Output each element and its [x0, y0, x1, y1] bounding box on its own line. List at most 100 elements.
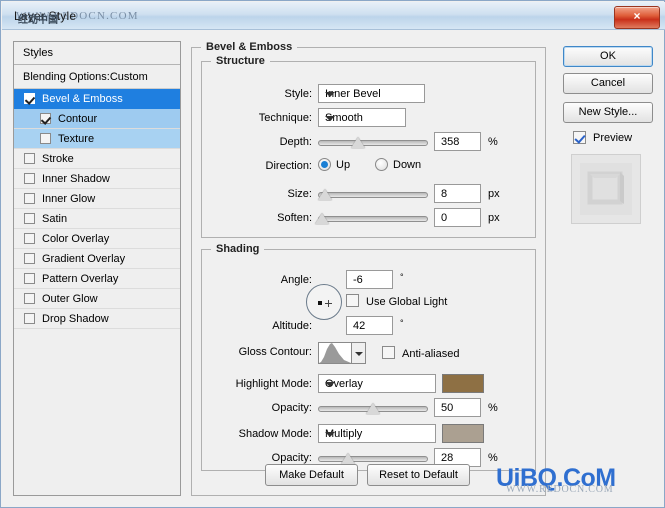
altitude-label: Altitude: [272, 320, 312, 332]
checkbox-color-overlay[interactable] [24, 233, 35, 244]
radio-direction-up[interactable] [318, 158, 331, 171]
style-label: Style: [284, 88, 312, 100]
size-slider-thumb[interactable] [318, 189, 332, 200]
soften-value: 0 [441, 212, 448, 224]
list-item-label: Drop Shadow [42, 313, 109, 325]
checkbox-preview[interactable] [573, 131, 586, 144]
list-item-stroke[interactable]: Stroke [14, 149, 180, 169]
size-slider-track [318, 192, 428, 198]
checkbox-satin[interactable] [24, 213, 35, 224]
checkbox-bevel-emboss[interactable] [24, 93, 35, 104]
list-item-color-overlay[interactable]: Color Overlay [14, 229, 180, 249]
soften-input[interactable]: 0 [434, 208, 481, 227]
technique-select[interactable]: Smooth [318, 108, 406, 127]
make-default-button[interactable]: Make Default [265, 464, 358, 486]
checkbox-use-global-light[interactable] [346, 294, 359, 307]
angle-unit: ° [400, 272, 404, 282]
blending-options-label: Blending Options:Custom [23, 71, 148, 83]
checkbox-stroke[interactable] [24, 153, 35, 164]
size-unit: px [488, 188, 500, 200]
depth-slider-track [318, 140, 428, 146]
list-item-contour[interactable]: Contour [14, 109, 180, 129]
checkbox-anti-aliased[interactable] [382, 346, 395, 359]
angle-label: Angle: [280, 274, 312, 286]
checkbox-inner-glow[interactable] [24, 193, 35, 204]
bevel-emboss-title: Bevel & Emboss [201, 41, 298, 53]
direction-label: Direction: [265, 160, 312, 172]
depth-input[interactable]: 358 [434, 132, 481, 151]
list-item-bevel-emboss[interactable]: Bevel & Emboss [14, 89, 180, 109]
depth-slider-thumb[interactable] [351, 137, 365, 148]
reset-to-default-button[interactable]: Reset to Default [367, 464, 470, 486]
bevel-preview-icon [580, 163, 632, 215]
radio-up-label: Up [336, 159, 351, 171]
list-item-label: Pattern Overlay [42, 273, 119, 285]
radio-direction-down[interactable] [375, 158, 388, 171]
list-item-drop-shadow[interactable]: Drop Shadow [14, 309, 180, 329]
checkbox-inner-shadow[interactable] [24, 173, 35, 184]
new-style-button[interactable]: New Style... [563, 102, 653, 123]
close-icon: × [633, 9, 641, 23]
chevron-down-icon [325, 116, 335, 121]
size-slider[interactable] [318, 188, 428, 201]
checkbox-drop-shadow[interactable] [24, 313, 35, 324]
shadow-opacity-thumb[interactable] [341, 453, 355, 464]
highlight-opacity-input[interactable]: 50 [434, 398, 481, 417]
list-item-label: Inner Shadow [42, 173, 110, 185]
list-item-label: Inner Glow [42, 193, 96, 205]
angle-dial[interactable] [306, 284, 342, 320]
soften-slider-thumb[interactable] [315, 213, 329, 224]
use-global-light-label: Use Global Light [366, 296, 448, 308]
radio-down-label: Down [393, 159, 422, 171]
technique-label: Technique: [258, 112, 312, 124]
list-item-inner-shadow[interactable]: Inner Shadow [14, 169, 180, 189]
chevron-down-icon [325, 92, 335, 97]
list-item-outer-glow[interactable]: Outer Glow [14, 289, 180, 309]
altitude-input[interactable]: 42 [346, 316, 393, 335]
styles-panel: Styles Blending Options:Custom Bevel & E… [13, 41, 181, 496]
blending-options-row[interactable]: Blending Options:Custom [14, 65, 180, 89]
soften-slider[interactable] [315, 212, 428, 225]
styles-header-label: Styles [23, 47, 53, 59]
shading-title: Shading [211, 243, 265, 255]
checkbox-texture[interactable] [40, 133, 51, 144]
highlight-color-swatch[interactable] [442, 374, 484, 393]
style-select[interactable]: Inner Bevel [318, 84, 425, 103]
list-item-label: Texture [58, 133, 95, 145]
close-button[interactable]: × [614, 6, 660, 29]
list-item-label: Gradient Overlay [42, 253, 126, 265]
angle-value: -6 [353, 274, 363, 286]
list-item-gradient-overlay[interactable]: Gradient Overlay [14, 249, 180, 269]
shadow-mode-select[interactable]: Multiply [318, 424, 436, 443]
highlight-opacity-slider[interactable] [318, 402, 428, 415]
list-item-satin[interactable]: Satin [14, 209, 180, 229]
size-input[interactable]: 8 [434, 184, 481, 203]
list-item-label: Color Overlay [42, 233, 110, 245]
shadow-opacity-value: 28 [441, 452, 454, 464]
soften-unit: px [488, 212, 500, 224]
list-item-pattern-overlay[interactable]: Pattern Overlay [14, 269, 180, 289]
highlight-mode-select[interactable]: Overlay [318, 374, 436, 393]
gloss-contour-thumbnail[interactable] [318, 342, 352, 364]
checkbox-pattern-overlay[interactable] [24, 273, 35, 284]
altitude-unit: ° [400, 318, 404, 328]
highlight-opacity-value: 50 [441, 402, 454, 414]
highlight-opacity-unit: % [488, 402, 498, 414]
contour-curve-icon [319, 343, 351, 363]
size-label: Size: [287, 188, 312, 200]
checkbox-gradient-overlay[interactable] [24, 253, 35, 264]
cancel-button[interactable]: Cancel [563, 73, 653, 94]
shadow-color-swatch[interactable] [442, 424, 484, 443]
ok-button[interactable]: OK [563, 46, 653, 67]
checkbox-contour[interactable] [40, 113, 51, 124]
list-item-label: Satin [42, 213, 68, 225]
list-item-inner-glow[interactable]: Inner Glow [14, 189, 180, 209]
angle-input[interactable]: -6 [346, 270, 393, 289]
list-item-texture[interactable]: Texture [14, 129, 180, 149]
styles-panel-header: Styles [14, 42, 180, 65]
depth-slider[interactable] [318, 136, 428, 149]
angle-dial-dot [318, 301, 322, 305]
gloss-contour-dropdown[interactable] [352, 342, 366, 364]
checkbox-outer-glow[interactable] [24, 293, 35, 304]
highlight-opacity-thumb[interactable] [366, 403, 380, 414]
